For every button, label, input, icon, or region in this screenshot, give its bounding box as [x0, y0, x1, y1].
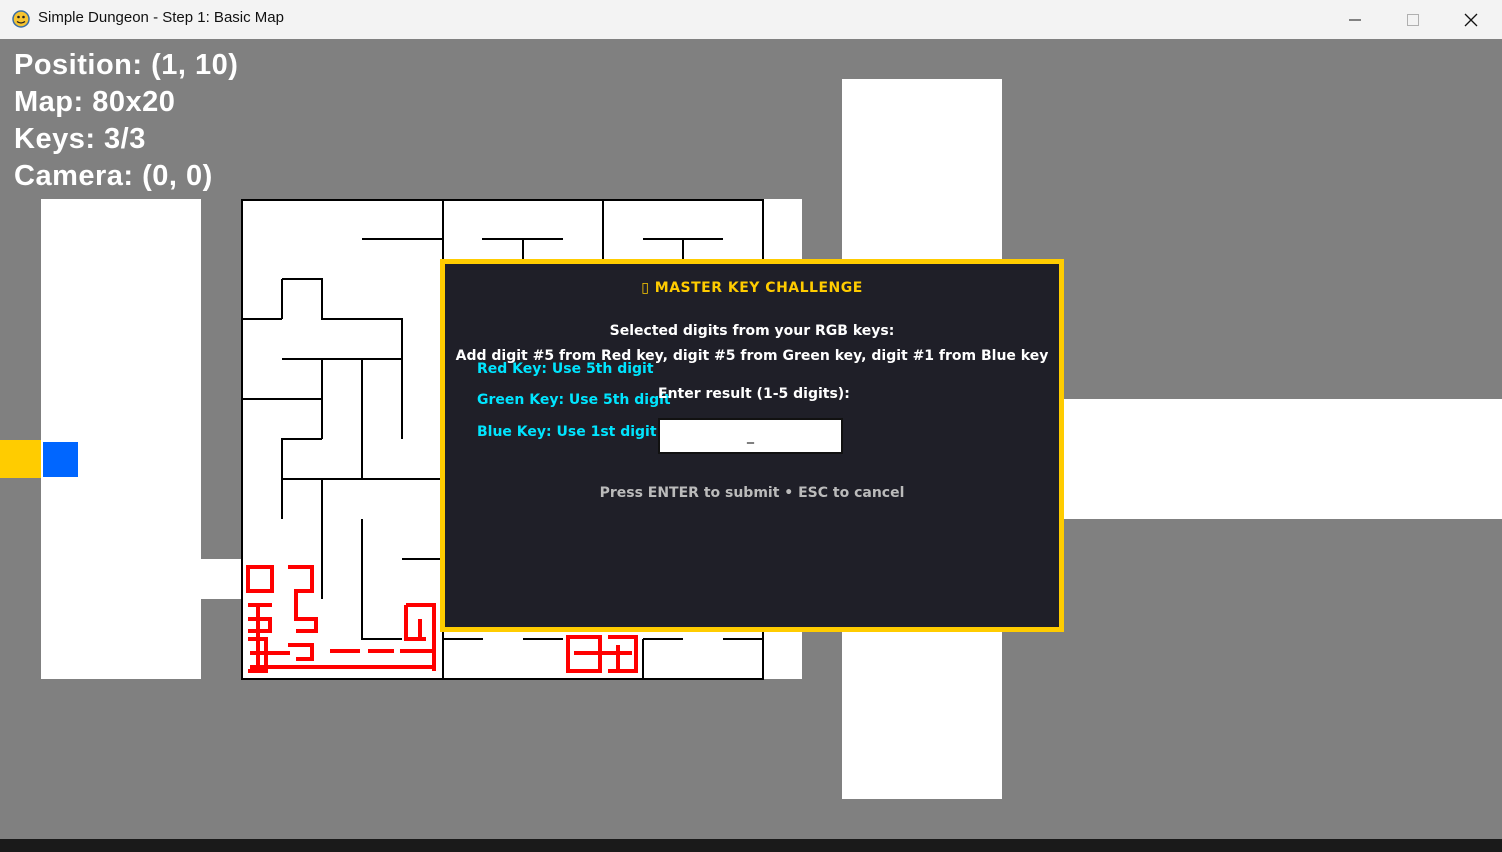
minimize-button[interactable] — [1326, 0, 1384, 39]
dialog-title: ▯ MASTER KEY CHALLENGE — [641, 280, 863, 296]
game-viewport[interactable]: Position: (1, 10) Map: 80x20 Keys: 3/3 C… — [0, 39, 1502, 839]
room-left — [41, 199, 201, 679]
close-icon — [1464, 13, 1478, 27]
bottom-strip — [0, 839, 1502, 852]
hud-keys: Keys: 3/3 — [14, 123, 146, 155]
corridor-right — [1002, 399, 1502, 519]
maximize-icon — [1407, 13, 1419, 26]
python-snake-icon — [12, 10, 30, 28]
window-title: Simple Dungeon - Step 1: Basic Map — [38, 9, 284, 26]
hud-map: Map: 80x20 — [14, 86, 176, 118]
player-marker — [43, 442, 78, 477]
window-titlebar[interactable]: Simple Dungeon - Step 1: Basic Map — [0, 0, 1502, 40]
close-button[interactable] — [1442, 0, 1500, 39]
maximize-button[interactable] — [1384, 0, 1442, 39]
dialog-prompt: Enter result (1-5 digits): — [658, 386, 850, 402]
answer-input[interactable]: _ — [658, 418, 843, 454]
red-key-hint: Red Key: Use 5th digit — [477, 361, 654, 377]
dialog-footer: Press ENTER to submit • ESC to cancel — [599, 485, 905, 501]
key-tile — [0, 440, 41, 478]
dialog-subtitle: Selected digits from your RGB keys: — [609, 323, 895, 339]
blue-key-hint: Blue Key: Use 1st digit — [477, 424, 657, 440]
master-key-dialog: ▯ MASTER KEY CHALLENGE Selected digits f… — [440, 259, 1064, 632]
hud-position: Position: (1, 10) — [14, 49, 239, 81]
answer-input-value: _ — [747, 428, 754, 444]
minimize-icon — [1349, 14, 1361, 26]
hud-camera: Camera: (0, 0) — [14, 160, 213, 192]
green-key-hint: Green Key: Use 5th digit — [477, 392, 671, 408]
